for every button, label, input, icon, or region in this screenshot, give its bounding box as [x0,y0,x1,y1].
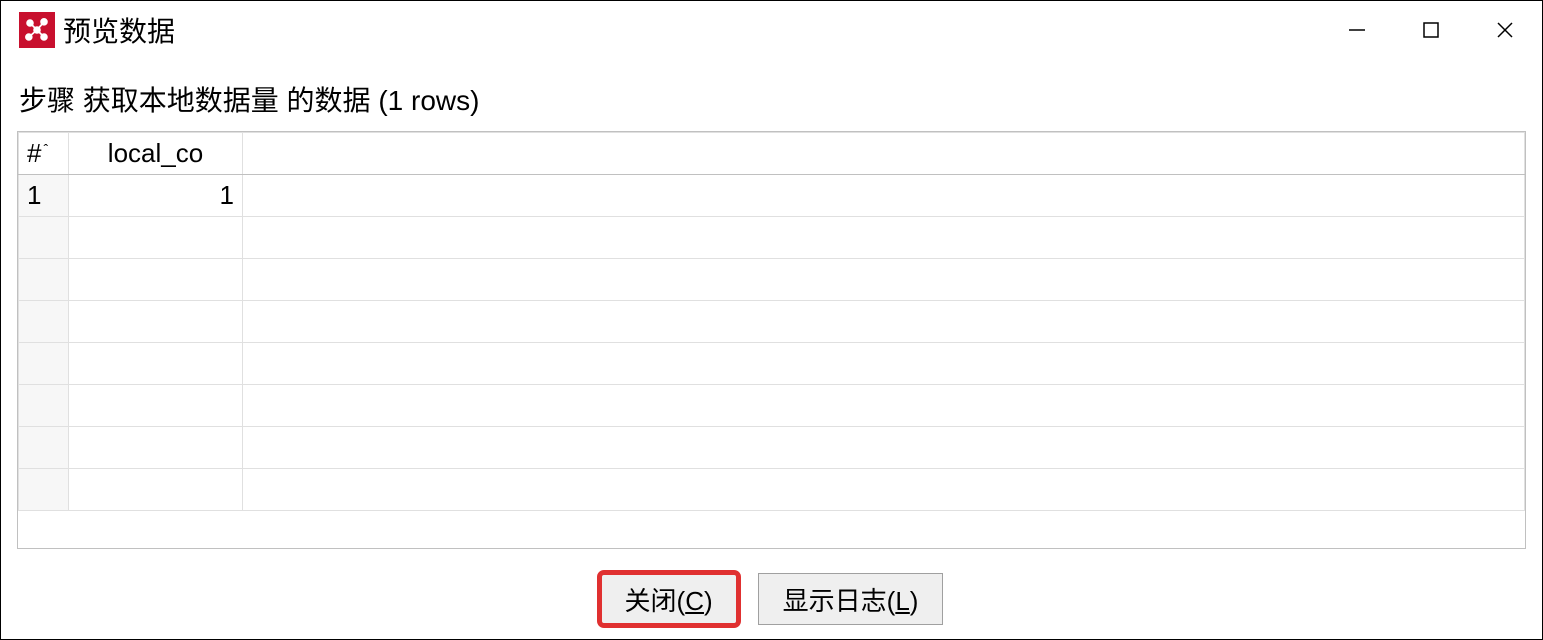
app-icon [19,12,55,48]
table-row-empty: . [19,259,1525,301]
minimize-button[interactable] [1320,1,1394,59]
table-row-empty: . [19,427,1525,469]
dialog-content: 步骤 获取本地数据量 的数据 (1 rows) # local_co 1 1 [1,59,1542,639]
table-row-empty: . [19,469,1525,511]
table-row-empty: . [19,343,1525,385]
table-header-row: # local_co [19,133,1525,175]
close-button[interactable]: 关闭(C) [600,573,738,625]
titlebar: 预览数据 [1,1,1542,59]
header-rownum[interactable]: # [19,133,69,175]
cell-col1: 1 [69,175,243,217]
header-empty [243,133,1525,175]
cell-rownum: 1 [19,175,69,217]
window-controls [1320,1,1542,59]
table-row[interactable]: 1 1 [19,175,1525,217]
data-table: # local_co 1 1 . . . . . . [18,132,1525,511]
close-window-button[interactable] [1468,1,1542,59]
maximize-button[interactable] [1394,1,1468,59]
dialog-window: 预览数据 步骤 获取本地数据量 的数据 (1 rows) # [0,0,1543,640]
table-row-empty: . [19,301,1525,343]
table-row-empty: . [19,385,1525,427]
subtitle-text: 步骤 获取本地数据量 的数据 (1 rows) [17,79,1526,119]
show-log-button[interactable]: 显示日志(L) [758,573,944,625]
header-col1[interactable]: local_co [69,133,243,175]
window-title: 预览数据 [63,10,175,50]
button-bar: 关闭(C) 显示日志(L) [17,549,1526,639]
cell-empty [243,175,1525,217]
data-table-container: # local_co 1 1 . . . . . . [17,131,1526,549]
table-row-empty: . [19,217,1525,259]
